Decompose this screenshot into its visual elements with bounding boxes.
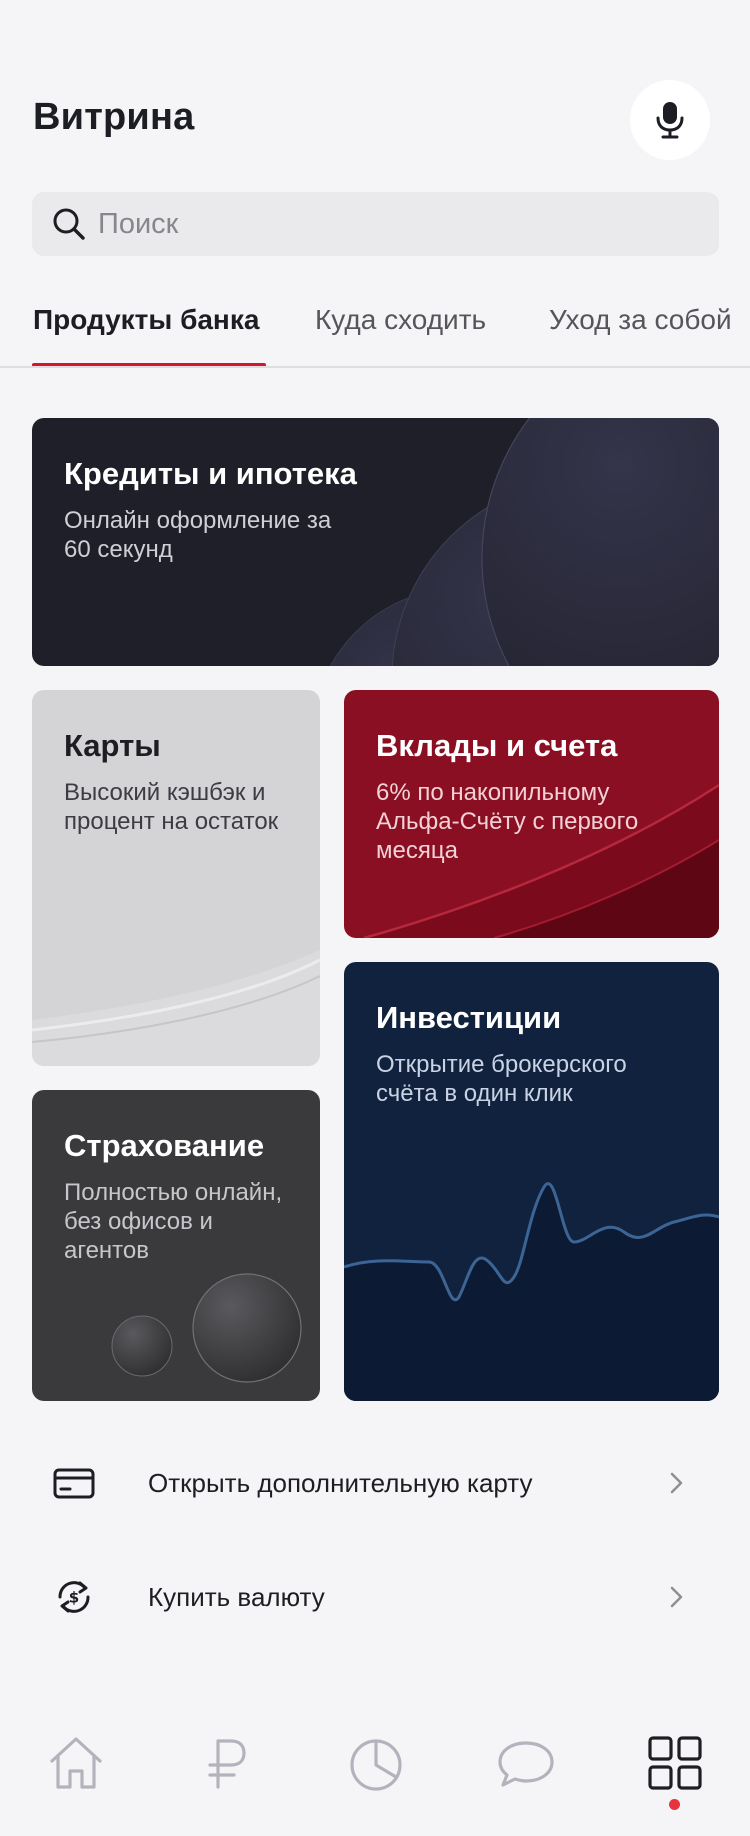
pie-chart-icon — [350, 1739, 402, 1791]
list-item-additional-card[interactable]: Открыть дополнительную карту — [0, 1428, 750, 1538]
cards-card[interactable]: Карты Высокий кэшбэк и процент на остато… — [32, 690, 320, 1066]
chat-icon — [498, 1741, 554, 1787]
bottom-navigation — [0, 1710, 750, 1836]
card-icon — [53, 1468, 95, 1499]
deposits-accounts-card[interactable]: Вклады и счета 6% по накопильному Альфа-… — [344, 690, 719, 938]
tab-bank-products[interactable]: Продукты банка — [33, 304, 259, 336]
chevron-right-icon — [670, 1472, 683, 1494]
microphone-icon — [656, 102, 684, 139]
insurance-card[interactable]: Страхование Полностью онлайн, без офисов… — [32, 1090, 320, 1401]
tab-where-to-go[interactable]: Куда сходить — [315, 304, 486, 336]
home-icon — [50, 1737, 102, 1789]
card-description: Полностью онлайн, без офисов и агентов — [64, 1179, 283, 1264]
nav-showcase[interactable] — [640, 1728, 710, 1798]
card-description: Высокий кэшбэк и процент на остаток — [64, 779, 279, 835]
nav-payments[interactable] — [191, 1728, 261, 1798]
category-tabs: Продукты банка Куда сходить Уход за собо… — [0, 290, 750, 368]
search-input[interactable] — [98, 207, 678, 241]
ruble-icon — [208, 1739, 246, 1789]
card-title: Карты — [64, 728, 161, 763]
card-title: Инвестиции — [376, 1000, 562, 1035]
investments-card[interactable]: Инвестиции Открытие брокерского счёта в … — [344, 962, 719, 1401]
credit-mortgage-card[interactable]: Кредиты и ипотека Онлайн оформление за 6… — [32, 418, 719, 666]
card-description: Онлайн оформление за 60 секунд — [64, 507, 332, 563]
svg-text:$: $ — [69, 1589, 79, 1607]
nav-chat[interactable] — [491, 1728, 561, 1798]
tab-self-care[interactable]: Уход за собой — [549, 304, 732, 336]
currency-exchange-icon: $ — [58, 1581, 90, 1613]
grid-icon — [648, 1736, 702, 1790]
notification-dot — [669, 1799, 680, 1810]
nav-home[interactable] — [41, 1728, 111, 1798]
search-bar[interactable] — [32, 192, 719, 256]
card-title: Вклады и счета — [376, 728, 618, 763]
list-item-label: Купить валюту — [148, 1581, 325, 1612]
card-title: Страхование — [64, 1128, 265, 1163]
chevron-right-icon — [670, 1586, 683, 1608]
card-description: Открытие брокерского счёта в один клик — [376, 1051, 627, 1107]
card-title: Кредиты и ипотека — [64, 456, 357, 491]
list-item-buy-currency[interactable]: $ Купить валюту — [0, 1542, 750, 1652]
page-title: Витрина — [33, 96, 195, 138]
list-item-label: Открыть дополнительную карту — [148, 1467, 533, 1498]
search-icon — [53, 208, 85, 240]
card-description: 6% по накопильному Альфа-Счёту с первого… — [376, 779, 639, 864]
voice-search-button[interactable] — [630, 80, 710, 160]
active-tab-indicator — [32, 363, 266, 366]
nav-history[interactable] — [341, 1728, 411, 1798]
